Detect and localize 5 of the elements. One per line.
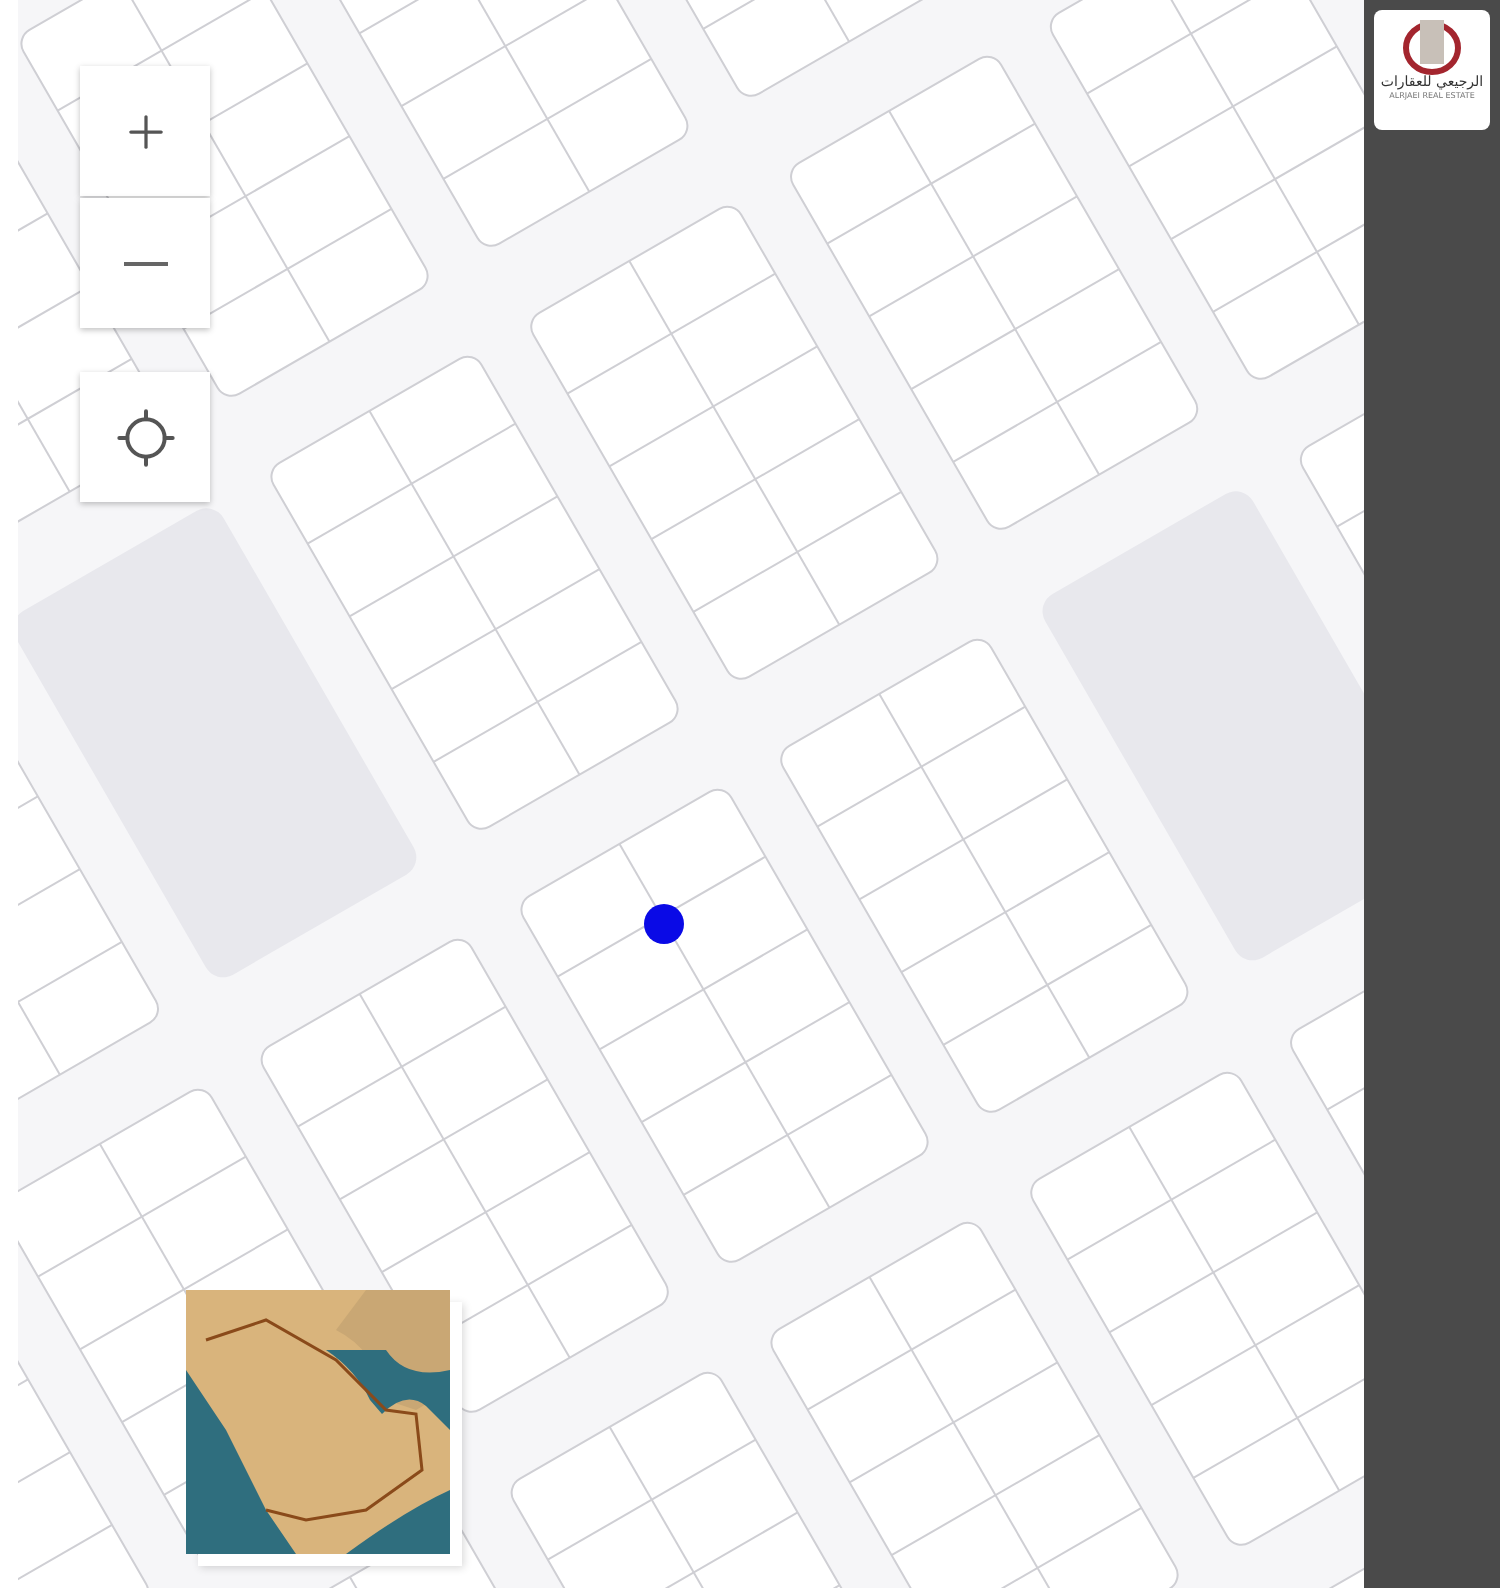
locate-icon <box>113 405 177 469</box>
building-ring-icon <box>1400 16 1464 76</box>
locate-button[interactable] <box>80 372 210 502</box>
satellite-map-thumbnail[interactable] <box>186 1290 450 1554</box>
location-marker <box>644 904 684 944</box>
